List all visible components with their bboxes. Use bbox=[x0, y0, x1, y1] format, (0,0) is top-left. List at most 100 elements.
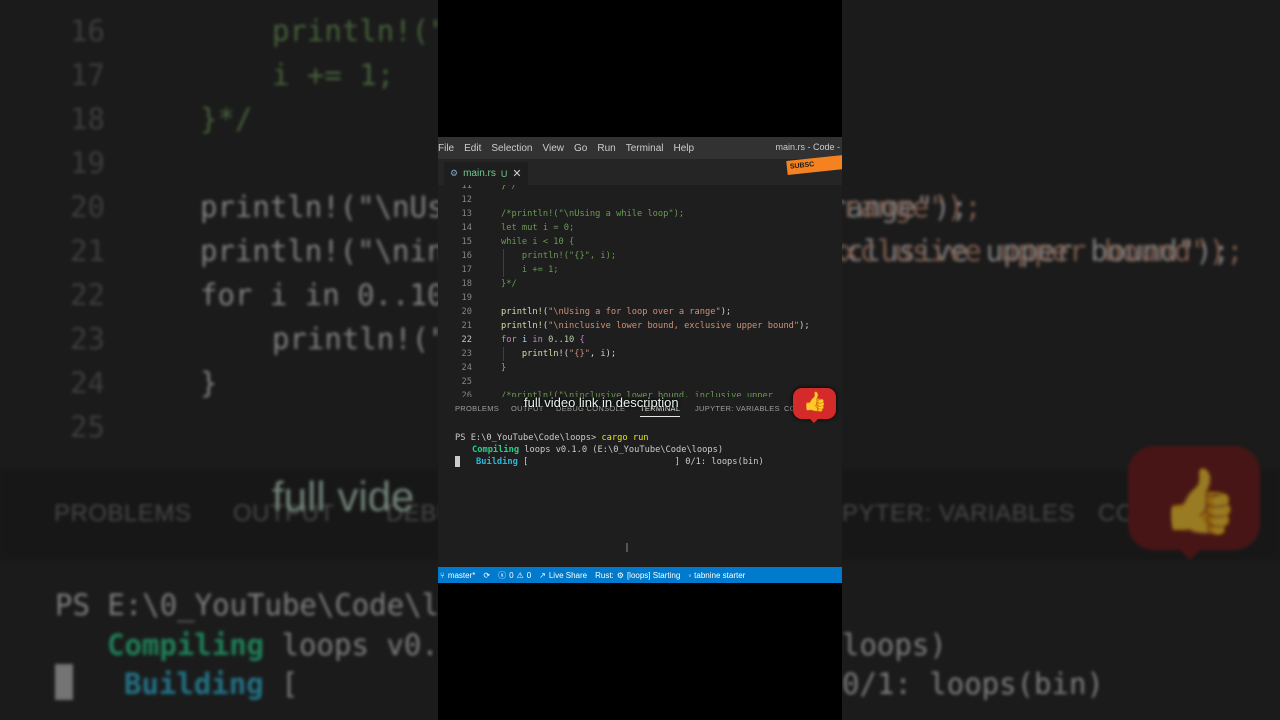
editor-tab-bar: ⚙ main.rs U ✕ bbox=[438, 159, 842, 185]
code-text: println!("{}", i); bbox=[501, 347, 616, 361]
bg-line-number: 25 bbox=[70, 410, 105, 444]
code-line: 19 bbox=[438, 291, 842, 305]
menu-item-edit[interactable]: Edit bbox=[464, 143, 481, 154]
line-number: 14 bbox=[461, 223, 472, 233]
code-token: for bbox=[501, 335, 517, 345]
code-token: "\nUsing a for loop over a range" bbox=[548, 307, 721, 317]
code-line: 13 /*println!("\nUsing a while loop"); bbox=[438, 207, 842, 221]
git-branch[interactable]: ⑂ master* bbox=[440, 571, 475, 580]
bg-code-line: println!("\ninclusive lower bound, exclu… bbox=[200, 234, 438, 268]
compiling-label: Compiling bbox=[472, 445, 520, 455]
code-text: } bbox=[501, 361, 506, 375]
code-token: let mut i = 0; bbox=[501, 223, 575, 233]
terminal-line-prompt: PS E:\0_YouTube\Code\loops> cargo run bbox=[455, 432, 649, 444]
code-token: in bbox=[532, 335, 543, 345]
like-button[interactable]: 👍 bbox=[793, 388, 836, 423]
video-caption: full video link in description bbox=[524, 395, 679, 410]
menu-item-selection[interactable]: Selection bbox=[491, 143, 532, 154]
code-text: println!("{}", i); bbox=[501, 249, 616, 263]
blurred-background-right: 16println!("17i += 1;18}*/1920println!("… bbox=[842, 0, 1280, 720]
sync-button[interactable]: ⟳ bbox=[483, 571, 490, 580]
video-frame: 16 println!(" 17 i += 1; 18}*/ 19 20 println!("… bbox=[0, 0, 1280, 720]
terminal-cursor bbox=[455, 456, 460, 467]
menu-item-help[interactable]: Help bbox=[674, 143, 695, 154]
code-token: "\ninclusive lower bound, exclusive uppe… bbox=[548, 321, 800, 331]
warning-count: 0 bbox=[526, 570, 532, 580]
code-token: while i < 10 { bbox=[501, 237, 575, 247]
bg-code-line: println!(" bbox=[272, 14, 438, 48]
live-share-label: Live Share bbox=[548, 570, 588, 580]
mouse-cursor-icon bbox=[626, 543, 628, 552]
tabnine-status[interactable]: ◦ tabnine starter bbox=[688, 571, 745, 580]
code-line: 17 i += 1; bbox=[438, 263, 842, 277]
terminal[interactable]: PS E:\0_YouTube\Code\loops> cargo run Co… bbox=[438, 425, 842, 567]
thumbs-up-icon: 👍 bbox=[1160, 465, 1240, 537]
bg-line-number: 24 bbox=[70, 366, 105, 400]
code-text: /*println!("\nUsing a while loop"); bbox=[501, 207, 684, 221]
line-number: 22 bbox=[461, 335, 472, 345]
menu-item-terminal[interactable]: Terminal bbox=[626, 143, 664, 154]
close-icon[interactable]: ✕ bbox=[512, 167, 521, 180]
bg-code-line: println!("{}", i); bbox=[272, 322, 438, 356]
tab-label: main.rs bbox=[463, 168, 496, 179]
bg-code-line: for i in 0..10 { bbox=[200, 278, 438, 312]
code-token: println! bbox=[501, 321, 543, 331]
vscode-window: File Edit Selection View Go Run Terminal Help m… bbox=[438, 137, 842, 583]
bg-caption: full vide bbox=[272, 473, 415, 520]
sync-icon: ⟳ bbox=[483, 570, 491, 580]
status-bar: ⑂ master* ⟳ ⓧ 0 ⚠ 0 ↗ Live Share Rust: ⚙ [loops… bbox=[438, 567, 842, 583]
code-line: 23 println!("{}", i); bbox=[438, 347, 842, 361]
tabnine-icon: ◦ bbox=[688, 570, 692, 580]
menu-item-run[interactable]: Run bbox=[597, 143, 615, 154]
problems-counter[interactable]: ⓧ 0 ⚠ 0 bbox=[498, 570, 531, 581]
menu-item-go[interactable]: Go bbox=[574, 143, 587, 154]
code-text: }*/ bbox=[501, 185, 517, 193]
rust-status-text: [loops] Starting bbox=[626, 570, 681, 580]
line-number: 19 bbox=[461, 293, 472, 303]
blurred-background-left: 16 println!(" 17 i += 1; 18}*/ 19 20 println!("… bbox=[0, 0, 438, 720]
bg-panel-tab: PYTER: VARIABLES bbox=[842, 500, 1075, 527]
line-number: 11 bbox=[461, 185, 472, 191]
code-token: ); bbox=[605, 349, 617, 359]
blurred-zoomed-editor: 16 println!(" 17 i += 1; 18}*/ 19 20 println!("… bbox=[0, 0, 438, 720]
code-token: /*println!("\nUsing a while loop"); bbox=[501, 209, 685, 219]
rust-status[interactable]: Rust: ⚙ [loops] Starting bbox=[595, 571, 680, 580]
line-number: 26 bbox=[461, 391, 472, 397]
panel-tab-jupyter-variables[interactable]: JUPYTER: VARIABLES bbox=[695, 404, 780, 413]
panel-tab-problems[interactable]: PROBLEMS bbox=[455, 404, 499, 413]
tab-main-rs[interactable]: ⚙ main.rs U ✕ bbox=[444, 162, 528, 185]
bg-compiling-label: Compiling bbox=[107, 628, 265, 662]
indent-guide bbox=[503, 347, 504, 361]
compiling-detail: loops v0.1.0 (E:\0_YouTube\Code\loops) bbox=[519, 445, 724, 455]
bg-building: Building [ bbox=[124, 667, 299, 701]
line-number: 18 bbox=[461, 279, 472, 289]
live-share-button[interactable]: ↗ Live Share bbox=[539, 571, 587, 580]
code-text: }*/ bbox=[501, 277, 517, 291]
code-line: 11 }*/ bbox=[438, 185, 842, 193]
code-token: ); bbox=[799, 321, 810, 331]
code-token: i += 1; bbox=[501, 265, 559, 275]
code-editor[interactable]: 11}*/ 12 13 /*println!("\nUsing a while loo… bbox=[438, 185, 842, 397]
code-token: "{}" bbox=[569, 349, 590, 359]
bg-code-line: i += 1; bbox=[272, 58, 395, 92]
code-line: 20 println!("\nUsing a for loop over a ra… bbox=[438, 305, 842, 319]
code-line: 16 println!("{}", i); bbox=[438, 249, 842, 263]
line-number: 17 bbox=[461, 265, 472, 275]
bg-code-line: }*/ bbox=[200, 102, 253, 136]
error-icon: ⓧ bbox=[498, 570, 507, 580]
code-token: }*/ bbox=[501, 279, 517, 289]
menu-item-view[interactable]: View bbox=[543, 143, 565, 154]
code-token: ); bbox=[720, 307, 732, 317]
bg-compiling-right: loops) bbox=[842, 628, 947, 662]
bg-building-label: Building bbox=[124, 667, 264, 701]
terminal-line-compiling: Compiling loops v0.1.0 (E:\0_YouTube\Cod… bbox=[472, 444, 723, 456]
bg-building-detail: [ bbox=[263, 667, 299, 701]
code-text: while i < 10 { bbox=[501, 235, 574, 249]
bg-compiling-detail: loops v0. bbox=[264, 628, 438, 662]
bg-line-number: 22 bbox=[70, 278, 105, 312]
terminal-line-building: Building [ ] 0/1: loops(bin) bbox=[476, 456, 764, 468]
code-text: println!("\nUsing a for loop over a rang… bbox=[501, 305, 731, 319]
code-line: 25 bbox=[438, 375, 842, 389]
menu-item-file[interactable]: File bbox=[438, 143, 454, 154]
